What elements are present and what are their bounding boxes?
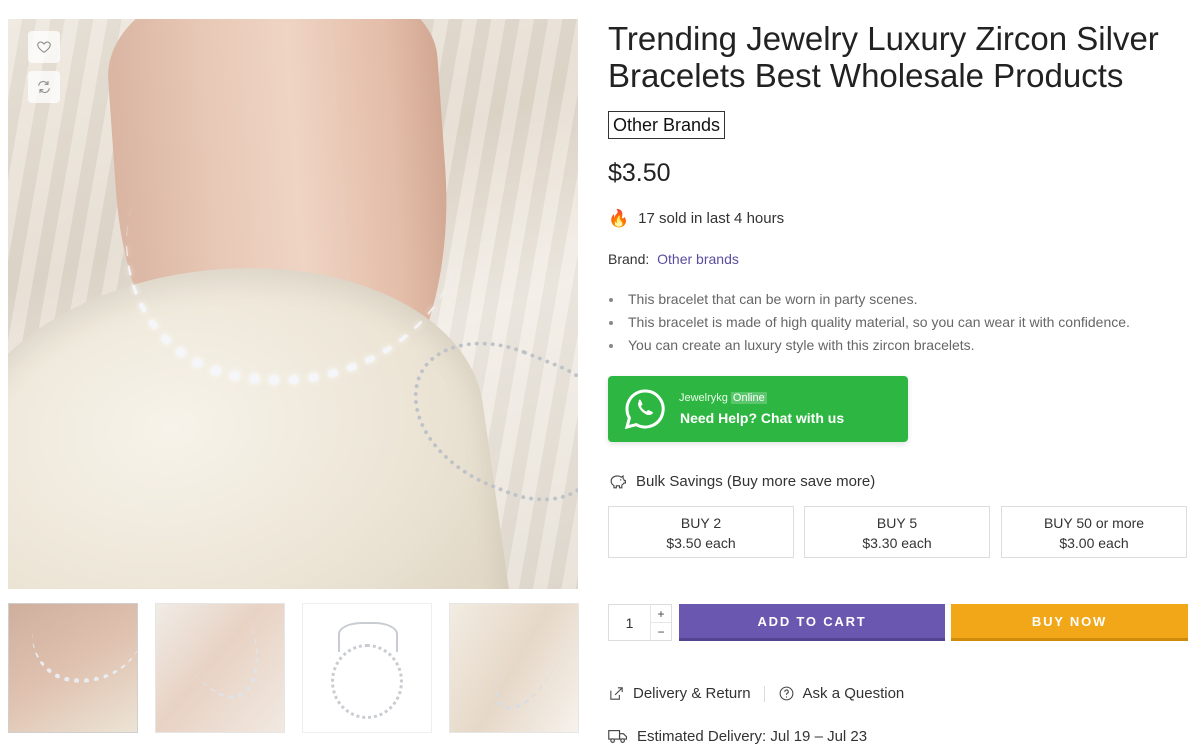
tier-quantity: BUY 5 <box>876 515 918 531</box>
thumbnail-strip <box>8 603 579 733</box>
bulk-tier-option[interactable]: BUY 5 $3.30 each <box>804 506 990 558</box>
online-status: Online <box>730 392 767 404</box>
truck-icon <box>608 730 628 743</box>
product-title: Trending Jewelry Luxury Zircon Silver Br… <box>608 20 1159 94</box>
quantity-increase-button[interactable]: + <box>651 605 671 623</box>
tier-quantity: BUY 50 or more <box>1043 515 1145 531</box>
thumbnail-bracelet <box>24 614 137 694</box>
piggy-bank-icon <box>610 474 626 489</box>
sold-text: 17 sold in last 4 hours <box>638 210 785 227</box>
thumbnail-4[interactable] <box>449 603 579 733</box>
delivery-return-label: Delivery & Return <box>633 685 751 702</box>
sold-counter: 🔥 17 sold in last 4 hours <box>608 210 784 227</box>
external-box-icon <box>610 687 623 700</box>
thumbnail-2[interactable] <box>155 603 285 733</box>
quantity-step-buttons: + − <box>651 605 671 640</box>
wishlist-button[interactable] <box>28 31 60 63</box>
feature-list: This bracelet that can be worn in party … <box>608 288 1130 357</box>
bulk-tier-option[interactable]: BUY 50 or more $3.00 each <box>1001 506 1187 558</box>
quantity-decrease-button[interactable]: − <box>651 623 671 640</box>
whatsapp-chat-button[interactable]: Jewelrykg Online Need Help? Chat with us <box>608 376 908 442</box>
question-circle-icon <box>779 686 793 701</box>
compare-button[interactable] <box>28 71 60 103</box>
delivery-return-link[interactable]: Delivery & Return <box>608 685 751 702</box>
thumbnail-bracelet <box>481 616 569 722</box>
whatsapp-icon <box>624 389 665 430</box>
link-divider <box>763 685 765 702</box>
brand-label: Brand: <box>608 251 650 267</box>
estimated-delivery: Estimated Delivery: Jul 19 – Jul 23 <box>608 727 867 745</box>
bulk-savings-header: Bulk Savings (Buy more save more) <box>608 472 875 491</box>
whatsapp-cta: Need Help? Chat with us <box>680 410 845 426</box>
thumbnail-bracelet <box>331 644 403 719</box>
refresh-icon <box>38 81 50 93</box>
brand-line: Brand: Other brands <box>608 251 739 267</box>
bulk-tier-option[interactable]: BUY 2 $3.50 each <box>608 506 794 558</box>
feature-item: You can create an luxury style with this… <box>608 334 1130 357</box>
feature-item: This bracelet is made of high quality ma… <box>608 311 1130 334</box>
tier-price: $3.00 each <box>1059 535 1129 551</box>
fire-icon: 🔥 <box>608 209 630 228</box>
product-price: $3.50 <box>608 159 671 187</box>
whatsapp-agent-name: Jewelrykg <box>679 392 728 404</box>
buy-now-button[interactable]: BUY NOW <box>951 604 1188 641</box>
ask-question-link[interactable]: Ask a Question <box>778 685 905 702</box>
product-links: Delivery & Return Ask a Question <box>608 685 904 702</box>
feature-item: This bracelet that can be worn in party … <box>608 288 1130 311</box>
estimated-delivery-text: Estimated Delivery: Jul 19 – Jul 23 <box>637 727 868 745</box>
whatsapp-agent: Jewelrykg Online <box>679 392 767 404</box>
heart-icon <box>37 41 51 53</box>
thumbnail-1[interactable] <box>8 603 138 733</box>
quantity-stepper: 1 + − <box>608 604 672 641</box>
quantity-input[interactable]: 1 <box>609 605 651 640</box>
bulk-savings-title: Bulk Savings (Buy more save more) <box>636 473 876 490</box>
thumbnail-3[interactable] <box>302 603 432 733</box>
thumbnail-bracelet <box>168 604 284 713</box>
tier-price: $3.50 each <box>666 535 736 551</box>
brand-link[interactable]: Other brands <box>657 251 739 267</box>
product-main-image[interactable] <box>8 19 578 589</box>
brand-badge[interactable]: Other Brands <box>608 111 726 139</box>
add-to-cart-button[interactable]: ADD TO CART <box>679 604 945 641</box>
ask-question-label: Ask a Question <box>802 685 905 702</box>
tier-price: $3.30 each <box>862 535 932 551</box>
tier-quantity: BUY 2 <box>680 515 722 531</box>
